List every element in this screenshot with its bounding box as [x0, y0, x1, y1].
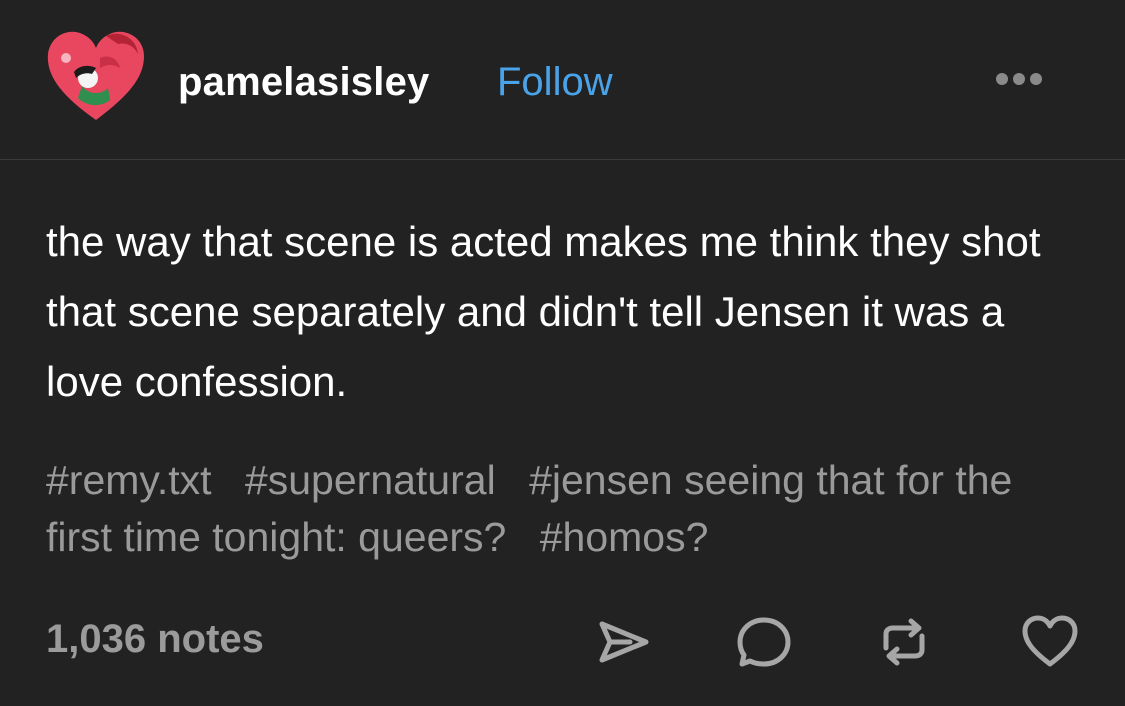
post-tags: #remy.txt #supernatural #jensen seeing t… — [46, 452, 1086, 566]
post-header: pamelasisley Follow — [0, 0, 1125, 160]
dot — [1030, 73, 1042, 85]
dot — [996, 73, 1008, 85]
avatar[interactable] — [44, 28, 148, 126]
more-dots-icon[interactable] — [996, 64, 1060, 94]
heart-avatar-icon — [47, 31, 144, 121]
dot — [1013, 73, 1025, 85]
tag-supernatural[interactable]: #supernatural — [245, 457, 496, 503]
tag-homos[interactable]: #homos? — [540, 514, 709, 560]
reply-bubble-icon[interactable] — [734, 612, 794, 672]
follow-button[interactable]: Follow — [497, 58, 613, 106]
heart-icon[interactable] — [1020, 612, 1080, 672]
share-send-icon[interactable] — [594, 612, 654, 672]
tag-remy-txt[interactable]: #remy.txt — [46, 457, 212, 503]
username[interactable]: pamelasisley — [178, 58, 429, 106]
post-text: the way that scene is acted makes me thi… — [46, 218, 1041, 405]
notes-count[interactable]: 1,036 notes — [46, 613, 264, 665]
reblog-icon[interactable] — [874, 612, 934, 672]
